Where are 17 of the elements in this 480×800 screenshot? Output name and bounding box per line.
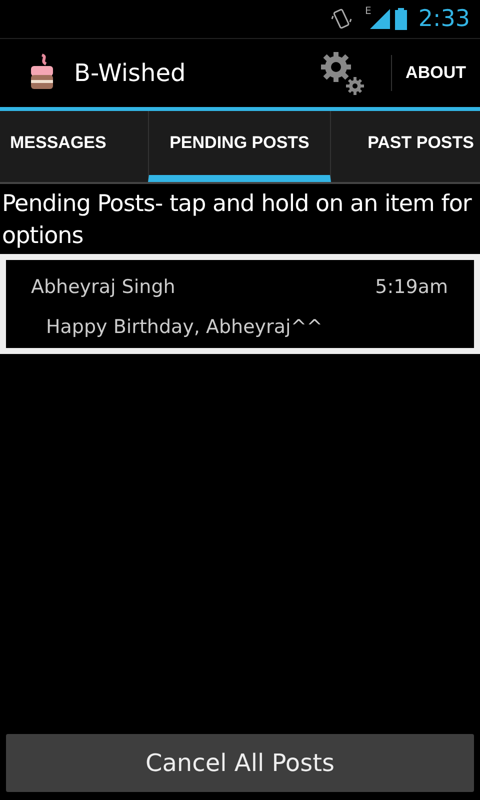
network-type: E	[365, 6, 372, 17]
about-button[interactable]: ABOUT	[390, 55, 480, 91]
vibrate-icon	[330, 7, 354, 31]
tab[interactable]: MESSAGES	[0, 111, 148, 182]
recipient-name: Abheyraj Singh	[31, 276, 176, 298]
post-item[interactable]: Abheyraj Singh 5:19am Happy Birthday, Abheyraj^^	[6, 260, 474, 348]
instruction-text: Pending Posts- tap and hold on an item for options	[1, 190, 473, 251]
battery-icon	[395, 8, 408, 30]
signal-icon	[370, 9, 390, 29]
tab[interactable]: PAST POSTS	[331, 111, 480, 182]
clock: 2:33	[418, 6, 470, 32]
post-message: Happy Birthday, Abheyraj^^	[46, 316, 323, 338]
cancel-all-button[interactable]: Cancel All Posts	[6, 734, 474, 792]
settings-icon[interactable]	[318, 50, 365, 96]
post-time: 5:19am	[375, 276, 448, 298]
tab[interactable]: PENDING POSTS	[148, 111, 331, 182]
app-title: B-Wished	[74, 59, 186, 87]
